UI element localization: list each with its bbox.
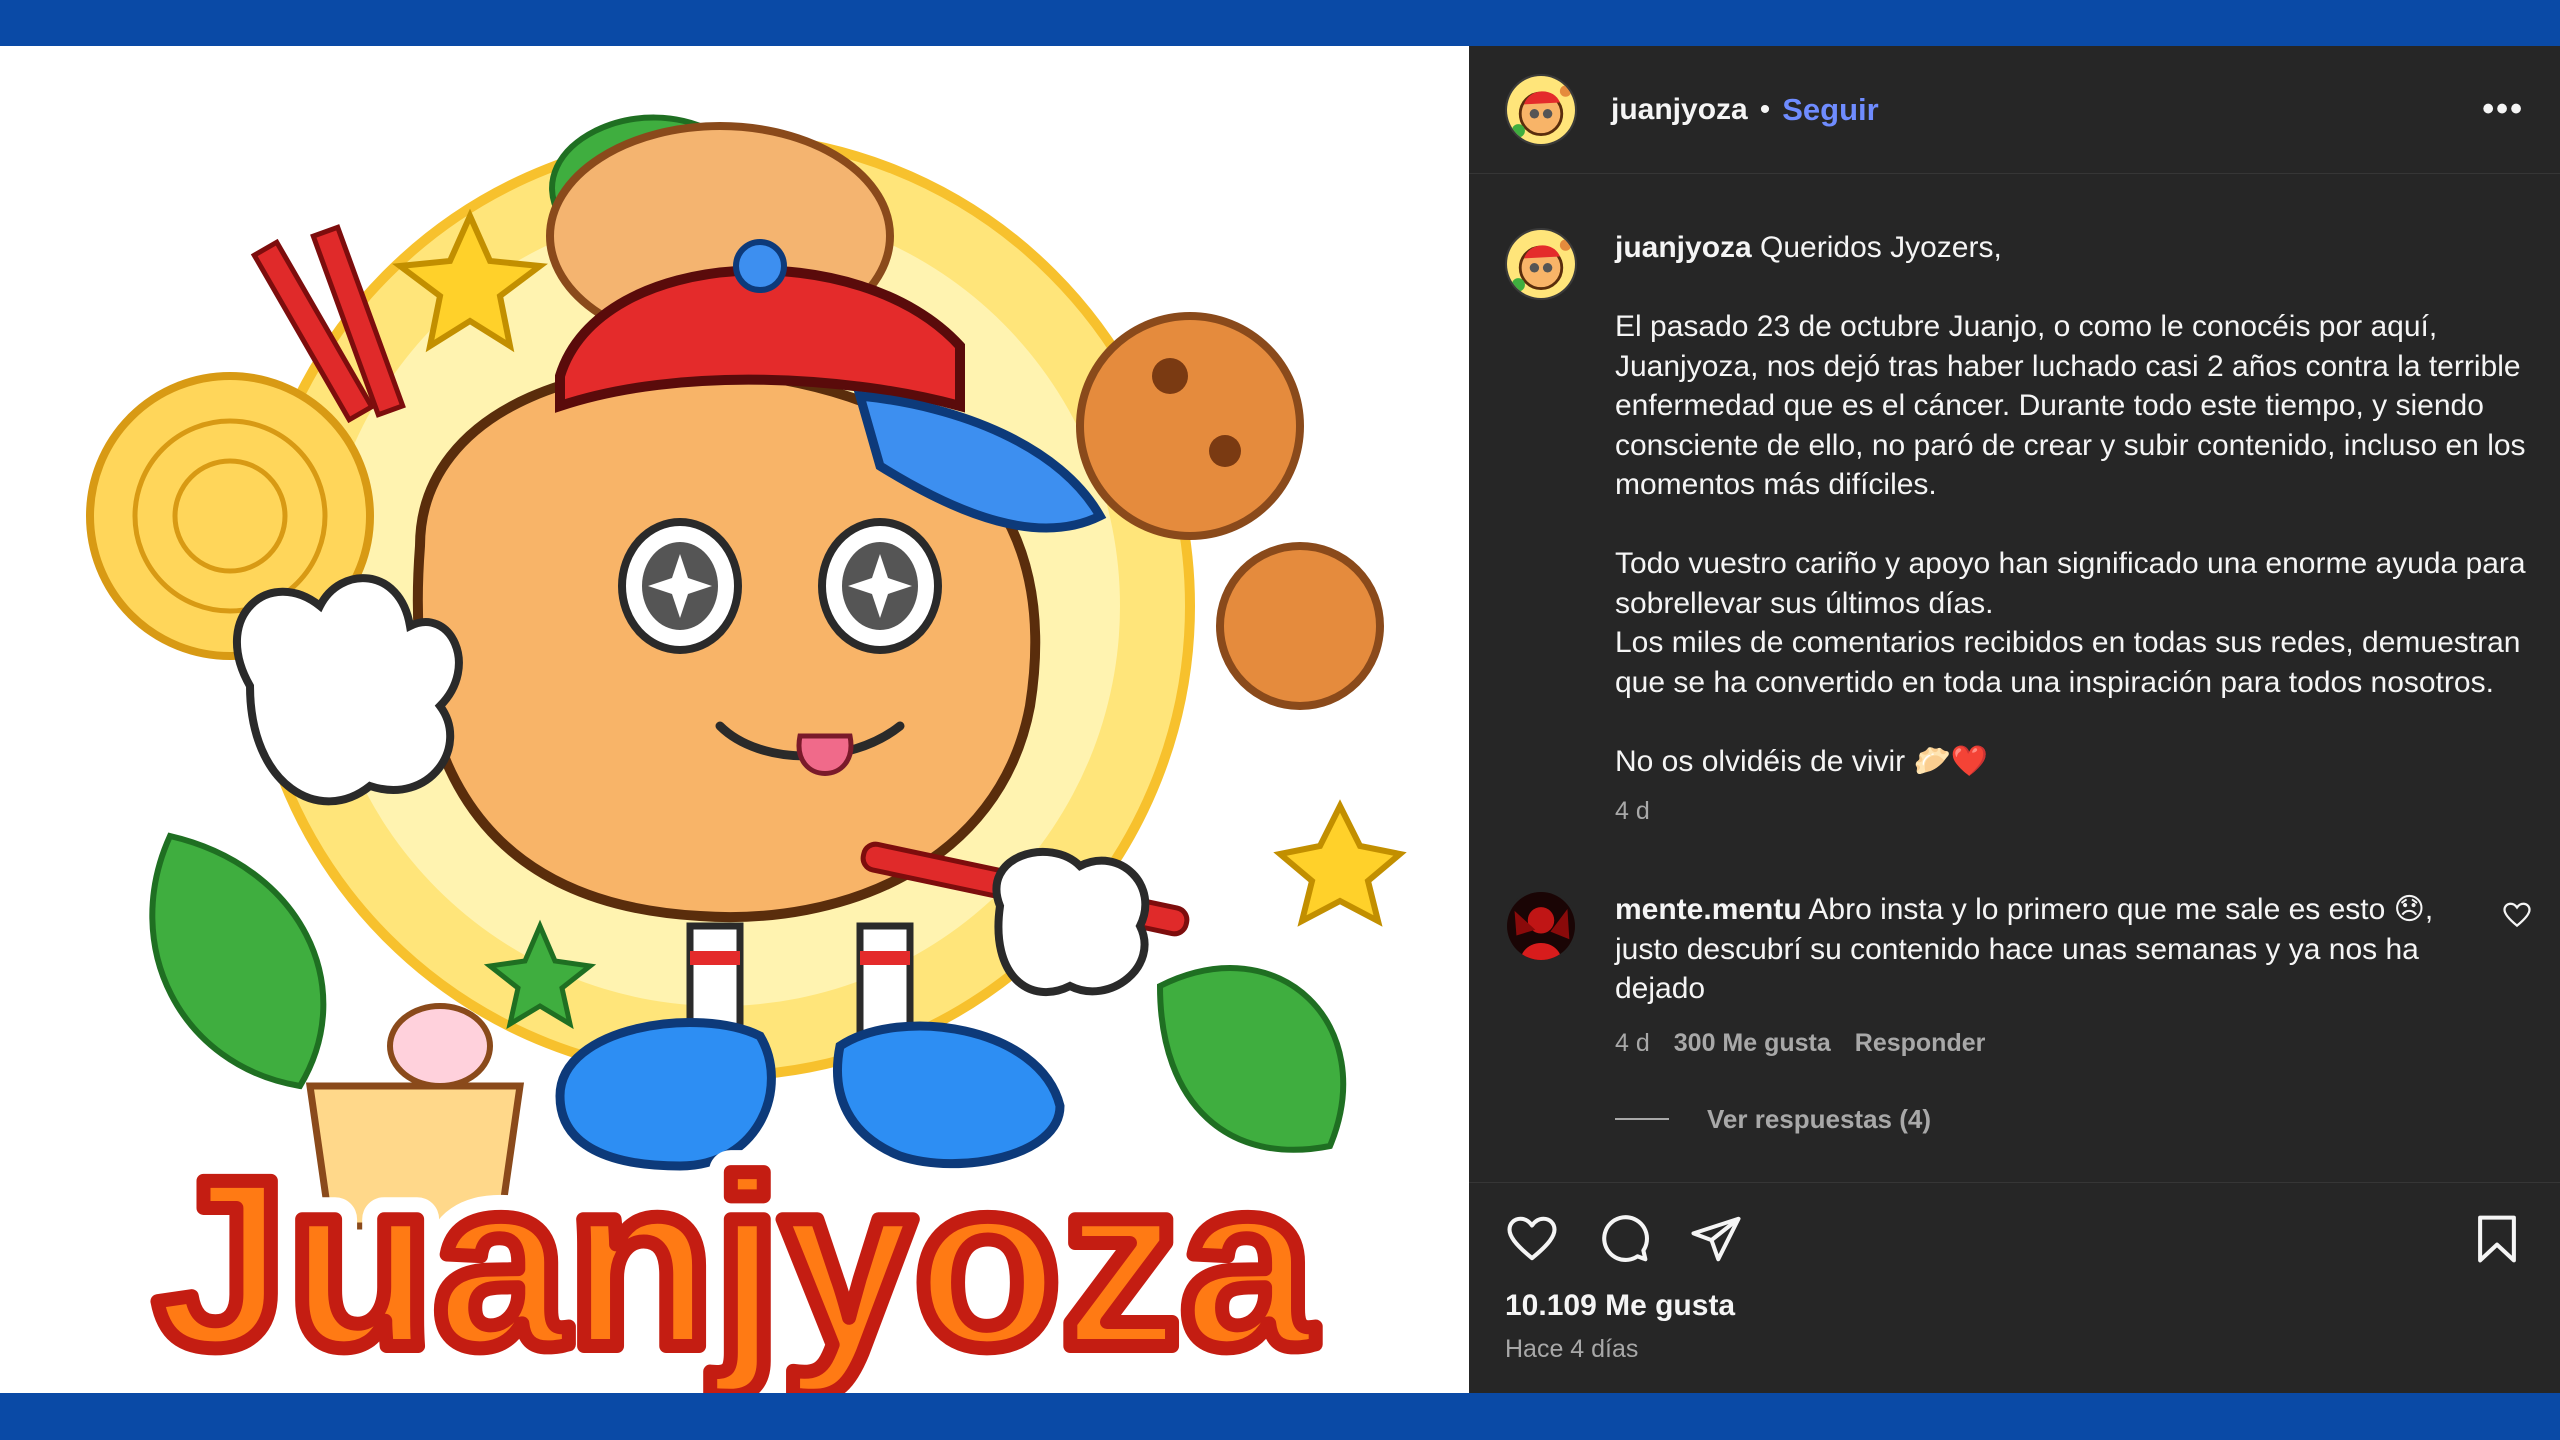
logo-text: Juanjyoza [154, 1129, 1316, 1393]
caption: juanjyoza Queridos Jyozers, El pasado 23… [1505, 228, 2532, 826]
caption-message: Queridos Jyozers, El pasado 23 de octubr… [1615, 231, 2526, 778]
header-username[interactable]: juanjyoza [1611, 93, 1748, 127]
view-replies-button[interactable]: Ver respuestas (4) [1615, 1104, 2532, 1135]
comment-body: mente.mentu Abro insta y lo primero que … [1615, 890, 2532, 1058]
save-bookmark-icon[interactable] [2470, 1212, 2524, 1266]
comments-panel: juanjyoza • Seguir ••• juanjyoza Querido… [1469, 46, 2560, 1393]
like-heart-icon[interactable] [1505, 1212, 1559, 1266]
replies-divider [1615, 1118, 1669, 1120]
comment-item: mente.mentu Abro insta y lo primero que … [1505, 890, 2532, 1058]
post-image[interactable]: Juanjyoza Juanjyoza [0, 46, 1469, 1393]
avatar-image [1507, 75, 1575, 144]
avatar[interactable] [1505, 73, 1577, 146]
more-options-icon[interactable]: ••• [2482, 90, 2524, 129]
share-send-icon[interactable] [1689, 1212, 1743, 1266]
post-header: juanjyoza • Seguir ••• [1469, 46, 2560, 174]
caption-text: juanjyoza Queridos Jyozers, El pasado 23… [1615, 228, 2532, 781]
comment-meta: 4 d 300 Me gusta Responder [1615, 1029, 2480, 1058]
avatar-image [1507, 230, 1575, 298]
juanjyoza-mascot-illustration: Juanjyoza Juanjyoza [86, 114, 1407, 1393]
caption-body: juanjyoza Queridos Jyozers, El pasado 23… [1615, 228, 2532, 826]
caption-emojis: 🥟❤️ [1913, 744, 1989, 778]
caption-username[interactable]: juanjyoza [1615, 231, 1752, 264]
view-replies-label: Ver respuestas (4) [1707, 1103, 1932, 1134]
post-modal: Juanjyoza Juanjyoza juanjyoza • Seguir •… [0, 46, 2560, 1393]
caption-age: 4 d [1615, 797, 1650, 825]
comment-likes[interactable]: 300 Me gusta [1674, 1029, 1831, 1058]
likes-count[interactable]: 10.109 Me gusta [1505, 1289, 2524, 1323]
action-icons [1505, 1183, 2524, 1295]
comments-list: juanjyoza Queridos Jyozers, El pasado 23… [1505, 228, 2532, 1135]
comment-text: mente.mentu Abro insta y lo primero que … [1615, 890, 2480, 1009]
caption-avatar[interactable] [1505, 228, 1577, 300]
separator-dot: • [1759, 92, 1771, 126]
avatar-image [1507, 892, 1575, 960]
comment-avatar[interactable] [1505, 890, 1577, 962]
actions-bar: 10.109 Me gusta Hace 4 días [1469, 1182, 2560, 1364]
comment-age: 4 d [1615, 1028, 1650, 1057]
reply-button[interactable]: Responder [1855, 1029, 1986, 1058]
follow-button[interactable]: Seguir [1782, 92, 1878, 128]
comment-username[interactable]: mente.mentu [1615, 893, 1802, 926]
post-time: Hace 4 días [1505, 1335, 1639, 1363]
comment-like-heart-icon[interactable] [2502, 900, 2532, 930]
comment-bubble-icon[interactable] [1597, 1212, 1651, 1266]
